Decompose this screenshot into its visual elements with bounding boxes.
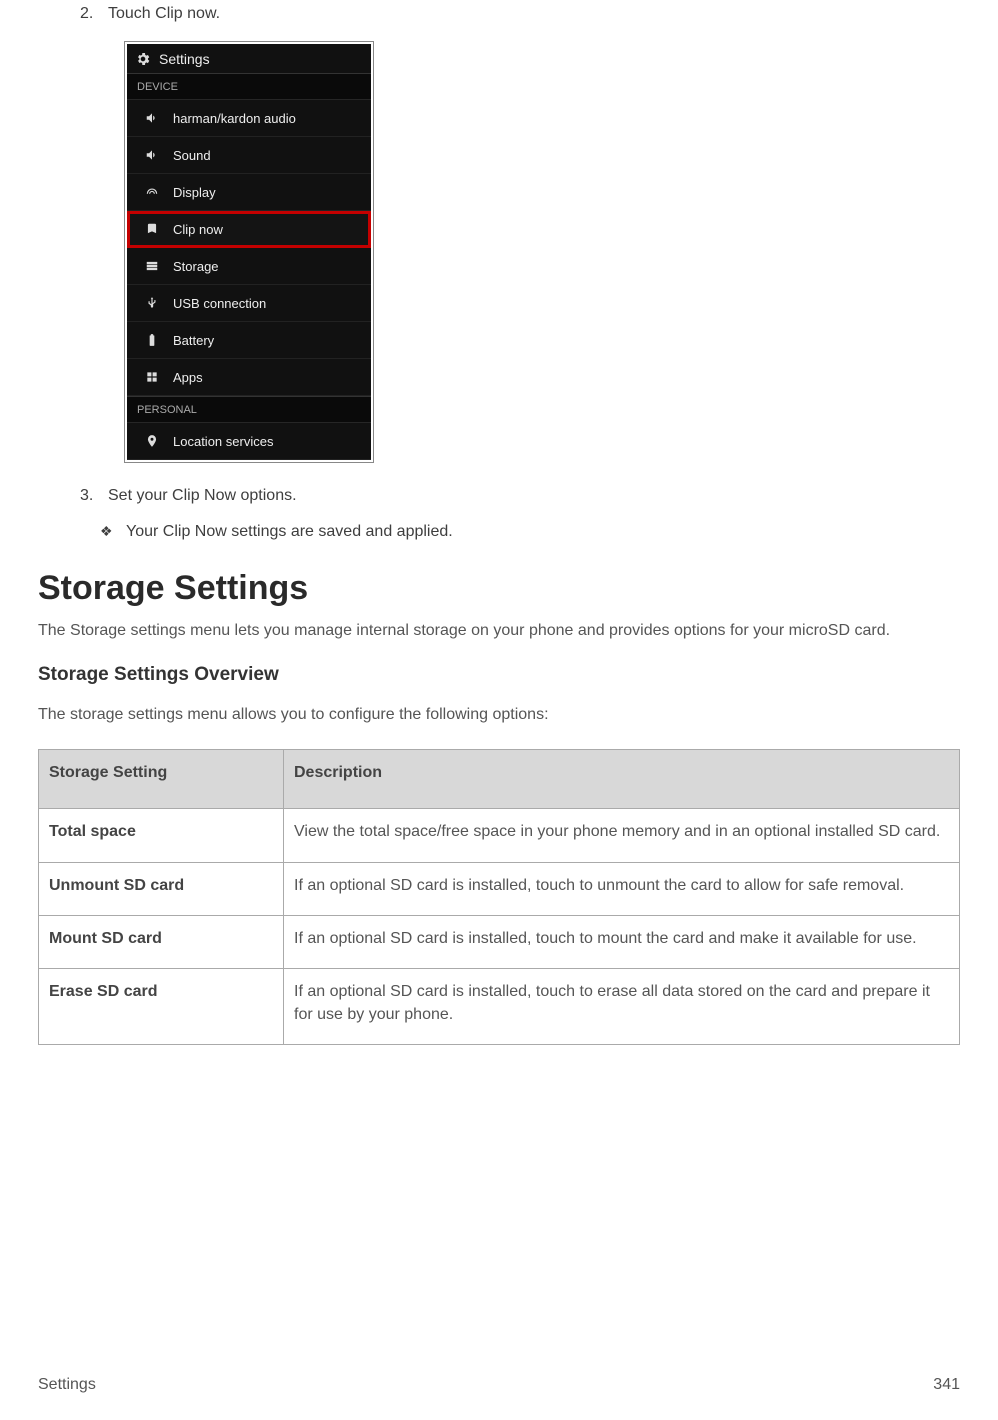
shot-row: harman/kardon audio bbox=[127, 100, 371, 137]
shot-row: Location services bbox=[127, 423, 371, 460]
speaker-icon bbox=[143, 109, 161, 127]
step-3-text: Set your Clip Now options. bbox=[108, 487, 297, 505]
footer-section: Settings bbox=[38, 1376, 96, 1394]
step-2: 2. Touch Clip now. bbox=[80, 5, 960, 23]
shot-row: Apps bbox=[127, 359, 371, 396]
apps-icon bbox=[143, 368, 161, 386]
table-cell-label: Mount SD card bbox=[39, 915, 284, 968]
heading-storage-settings: Storage Settings bbox=[38, 569, 960, 608]
shot-row: USB connection bbox=[127, 285, 371, 322]
shot-row: Clip now bbox=[127, 211, 371, 248]
clip-icon bbox=[143, 220, 161, 238]
shot-row: Display bbox=[127, 174, 371, 211]
shot-row: Battery bbox=[127, 322, 371, 359]
shot-row-label: Storage bbox=[173, 259, 219, 274]
shot-section-device: DEVICE bbox=[127, 73, 371, 100]
intro2-paragraph: The storage settings menu allows you to … bbox=[38, 704, 960, 726]
shot-row: Sound bbox=[127, 137, 371, 174]
storage-icon bbox=[143, 257, 161, 275]
shot-row-label: Display bbox=[173, 185, 216, 200]
table-cell-label: Total space bbox=[39, 809, 284, 862]
bullet-icon: ❖ bbox=[100, 523, 126, 541]
usb-icon bbox=[143, 294, 161, 312]
step-3-number: 3. bbox=[80, 487, 108, 505]
gear-icon bbox=[135, 51, 151, 67]
heading-overview: Storage Settings Overview bbox=[38, 664, 960, 686]
screenshot-container: Settings DEVICE harman/kardon audio Sound… bbox=[124, 41, 374, 463]
table-cell-description: If an optional SD card is installed, tou… bbox=[284, 969, 960, 1045]
shot-title: Settings bbox=[159, 51, 210, 67]
shot-row-label: Sound bbox=[173, 148, 211, 163]
table-cell-description: View the total space/free space in your … bbox=[284, 809, 960, 862]
screenshot: Settings DEVICE harman/kardon audio Sound… bbox=[127, 44, 371, 460]
shot-row-label: Clip now bbox=[173, 222, 223, 237]
table-header-description: Description bbox=[284, 749, 960, 808]
display-icon bbox=[143, 183, 161, 201]
shot-row-label: Location services bbox=[173, 434, 273, 449]
table-cell-label: Erase SD card bbox=[39, 969, 284, 1045]
table-row: Mount SD cardIf an optional SD card is i… bbox=[39, 915, 960, 968]
shot-section-personal: PERSONAL bbox=[127, 396, 371, 423]
shot-row-label: Battery bbox=[173, 333, 214, 348]
shot-row-label: Apps bbox=[173, 370, 203, 385]
page-footer: Settings 341 bbox=[38, 1376, 960, 1394]
table-cell-description: If an optional SD card is installed, tou… bbox=[284, 915, 960, 968]
step-2-text: Touch Clip now. bbox=[108, 5, 220, 23]
battery-icon bbox=[143, 331, 161, 349]
step-2-number: 2. bbox=[80, 5, 108, 23]
bullet-text: Your Clip Now settings are saved and app… bbox=[126, 523, 453, 541]
table-header-setting: Storage Setting bbox=[39, 749, 284, 808]
footer-page-number: 341 bbox=[933, 1376, 960, 1394]
result-bullet: ❖ Your Clip Now settings are saved and a… bbox=[100, 523, 960, 541]
storage-settings-table: Storage Setting Description Total spaceV… bbox=[38, 749, 960, 1045]
shot-row-label: USB connection bbox=[173, 296, 266, 311]
intro-paragraph: The Storage settings menu lets you manag… bbox=[38, 620, 960, 642]
step-3: 3. Set your Clip Now options. bbox=[80, 487, 960, 505]
table-row: Total spaceView the total space/free spa… bbox=[39, 809, 960, 862]
table-cell-label: Unmount SD card bbox=[39, 862, 284, 915]
speaker-icon bbox=[143, 146, 161, 164]
shot-header: Settings bbox=[127, 44, 371, 73]
table-row: Unmount SD cardIf an optional SD card is… bbox=[39, 862, 960, 915]
shot-row-label: harman/kardon audio bbox=[173, 111, 296, 126]
table-cell-description: If an optional SD card is installed, tou… bbox=[284, 862, 960, 915]
table-row: Erase SD cardIf an optional SD card is i… bbox=[39, 969, 960, 1045]
location-icon bbox=[143, 432, 161, 450]
shot-row: Storage bbox=[127, 248, 371, 285]
